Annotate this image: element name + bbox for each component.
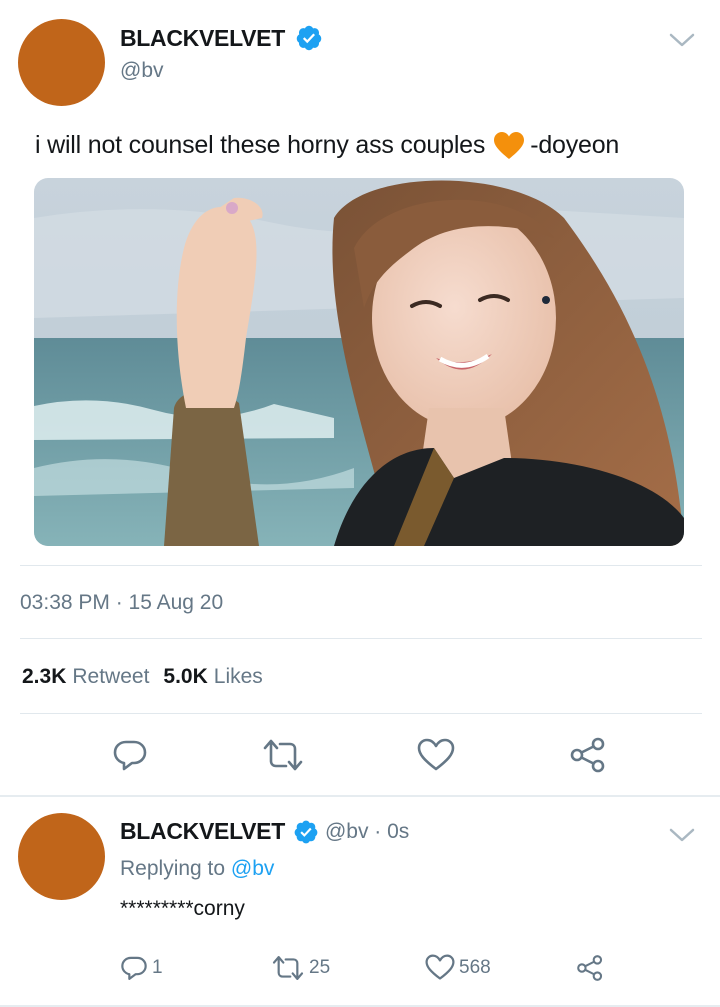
share-icon <box>577 955 603 981</box>
verified-badge-icon <box>296 25 322 51</box>
reply-icon <box>113 740 147 771</box>
retweets-label[interactable]: Retweet <box>72 665 149 689</box>
author-display-name[interactable]: BLACKVELVET <box>120 25 285 52</box>
retweet-icon <box>263 739 303 771</box>
divider <box>20 713 702 714</box>
heart-icon <box>425 954 455 980</box>
photo-illustration <box>34 178 684 546</box>
author-avatar[interactable] <box>18 19 105 106</box>
replying-to-mention[interactable]: @bv <box>231 857 275 880</box>
reply-name-row: BLACKVELVET @bv · 0s <box>120 818 409 845</box>
reply-button[interactable] <box>112 737 148 773</box>
main-tweet: BLACKVELVET @bv i will not counsel these… <box>0 0 720 797</box>
verified-badge-icon <box>294 820 318 843</box>
reply-like-button[interactable]: 568 <box>425 954 491 981</box>
like-button[interactable] <box>417 738 455 774</box>
divider <box>20 638 702 639</box>
tweet-stats: 2.3K Retweet 5.0K Likes <box>22 665 277 689</box>
reply-reply-button[interactable]: 1 <box>120 954 163 982</box>
reply-text: *********corny <box>120 897 245 920</box>
retweet-count: 25 <box>309 957 331 978</box>
share-icon <box>570 737 605 773</box>
chevron-down-icon[interactable] <box>669 827 695 843</box>
reply-count: 1 <box>152 957 163 978</box>
divider <box>20 565 702 566</box>
like-count: 568 <box>459 956 491 978</box>
replying-to-label: Replying to <box>120 857 226 880</box>
reply-handle-time[interactable]: @bv · 0s <box>325 820 409 844</box>
reply-author-display-name[interactable]: BLACKVELVET <box>120 818 285 845</box>
replying-to: Replying to @bv <box>120 857 274 881</box>
heart-icon <box>417 738 455 771</box>
share-button[interactable] <box>569 736 605 773</box>
reply-author-avatar[interactable] <box>18 813 105 900</box>
tweet-text-signature: -doyeon <box>530 131 620 159</box>
tweet-timestamp[interactable]: 03:38 PM · 15 Aug 20 <box>20 591 223 615</box>
reply-tweet[interactable]: BLACKVELVET @bv · 0s Replying to @bv ***… <box>0 797 720 1007</box>
tweet-text: i will not counsel these horny ass coupl… <box>35 131 619 160</box>
orange-heart-emoji-icon <box>494 131 525 159</box>
retweet-icon <box>272 956 304 980</box>
reply-icon <box>121 956 147 980</box>
retweet-button[interactable] <box>262 737 303 773</box>
retweets-count[interactable]: 2.3K <box>22 665 66 689</box>
tweet-text-main: i will not counsel these horny ass coupl… <box>35 131 486 159</box>
likes-count[interactable]: 5.0K <box>163 665 207 689</box>
reply-share-button[interactable] <box>576 954 608 982</box>
author-name-row: BLACKVELVET <box>120 24 323 52</box>
author-handle[interactable]: @bv <box>120 59 164 83</box>
chevron-down-icon[interactable] <box>669 32 695 48</box>
tweet-photo[interactable] <box>34 178 684 546</box>
reply-retweet-button[interactable]: 25 <box>271 954 330 982</box>
likes-label[interactable]: Likes <box>214 665 263 689</box>
